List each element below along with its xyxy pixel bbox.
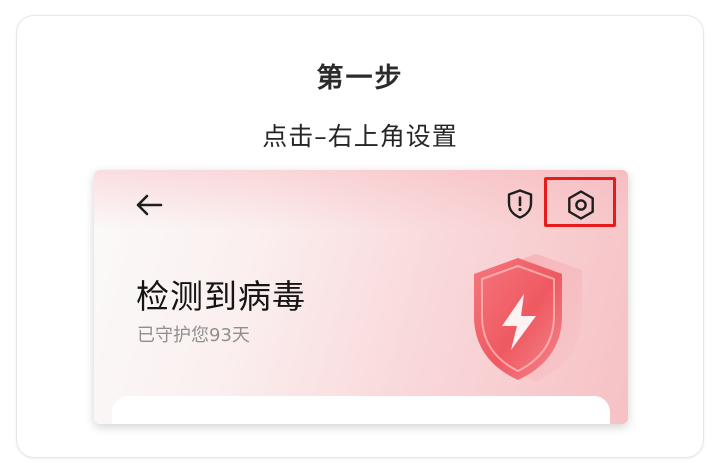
step-title: 第一步 (316, 63, 404, 94)
status-title: 检测到病毒 (136, 277, 306, 316)
settings-button[interactable] (564, 188, 598, 222)
shield-alert-icon (507, 189, 533, 219)
shield-lightning-icon (456, 236, 596, 396)
arrow-left-icon (136, 194, 163, 216)
bottom-sheet (112, 396, 610, 424)
security-button[interactable] (506, 188, 534, 220)
app-screenshot: 检测到病毒 已守护您93天 (94, 170, 628, 424)
back-button[interactable] (132, 190, 166, 220)
hexagon-settings-icon (568, 190, 594, 220)
protection-days: 已守护您93天 (137, 325, 250, 346)
step-description: 点击–右上角设置 (262, 122, 458, 151)
